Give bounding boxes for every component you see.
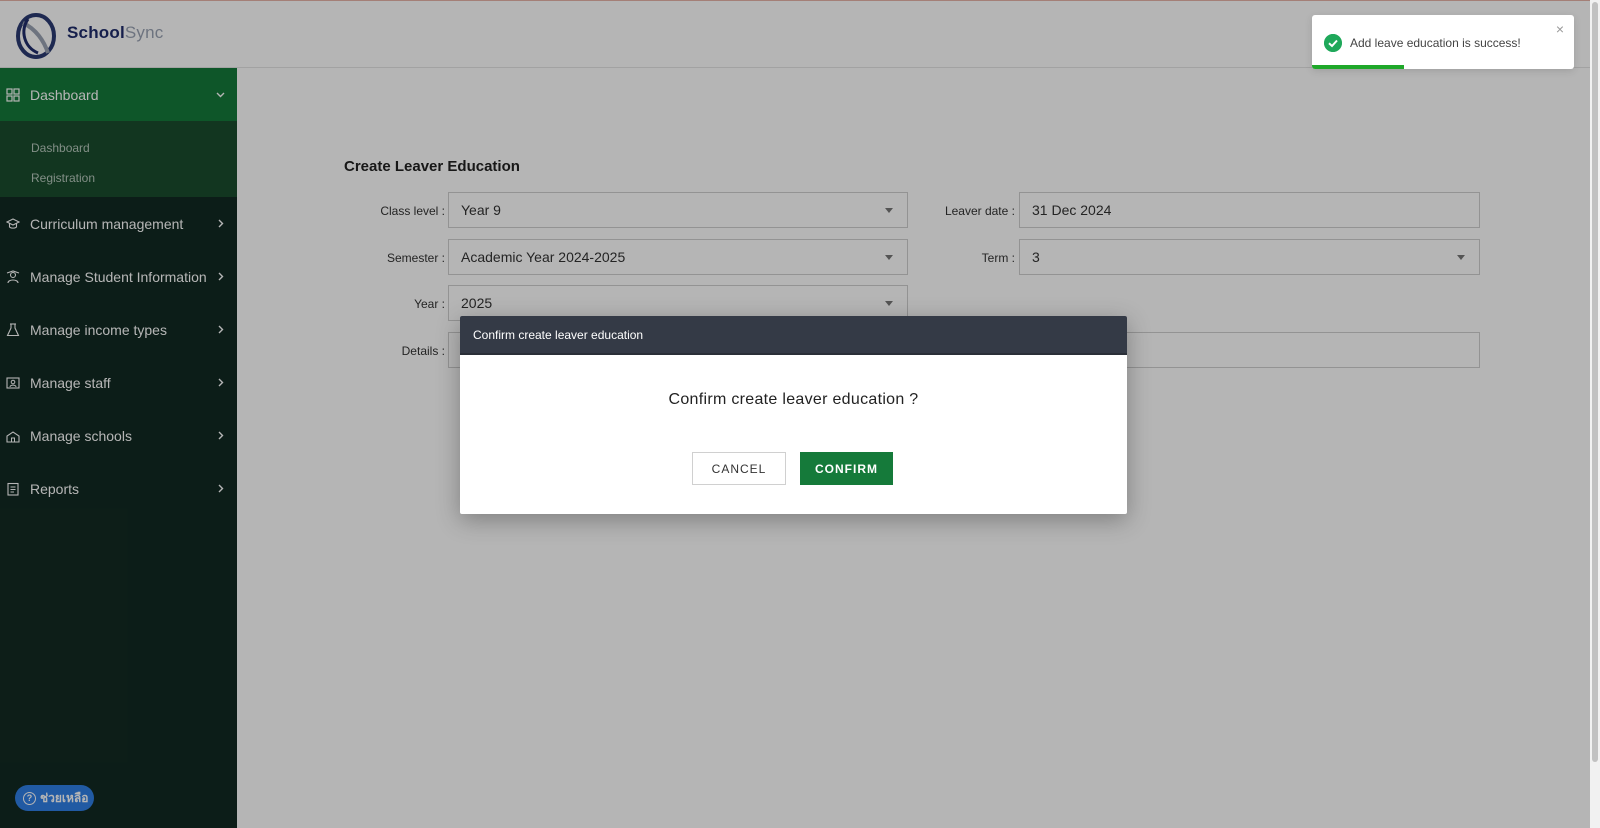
confirm-button[interactable]: CONFIRM [800,452,893,485]
dialog-message: Confirm create leaver education ? [668,391,919,408]
close-icon[interactable]: × [1556,21,1564,37]
confirm-dialog: Confirm create leaver education Confirm … [460,316,1127,514]
toast-progress-bar [1312,65,1404,69]
success-toast: Add leave education is success! × [1312,15,1574,69]
toast-message: Add leave education is success! [1350,36,1521,50]
cancel-button[interactable]: CANCEL [692,452,786,485]
dialog-title: Confirm create leaver education [460,316,1127,355]
check-circle-icon [1324,34,1342,52]
page-scrollbar[interactable] [1590,0,1600,828]
scrollbar-thumb[interactable] [1592,2,1598,762]
